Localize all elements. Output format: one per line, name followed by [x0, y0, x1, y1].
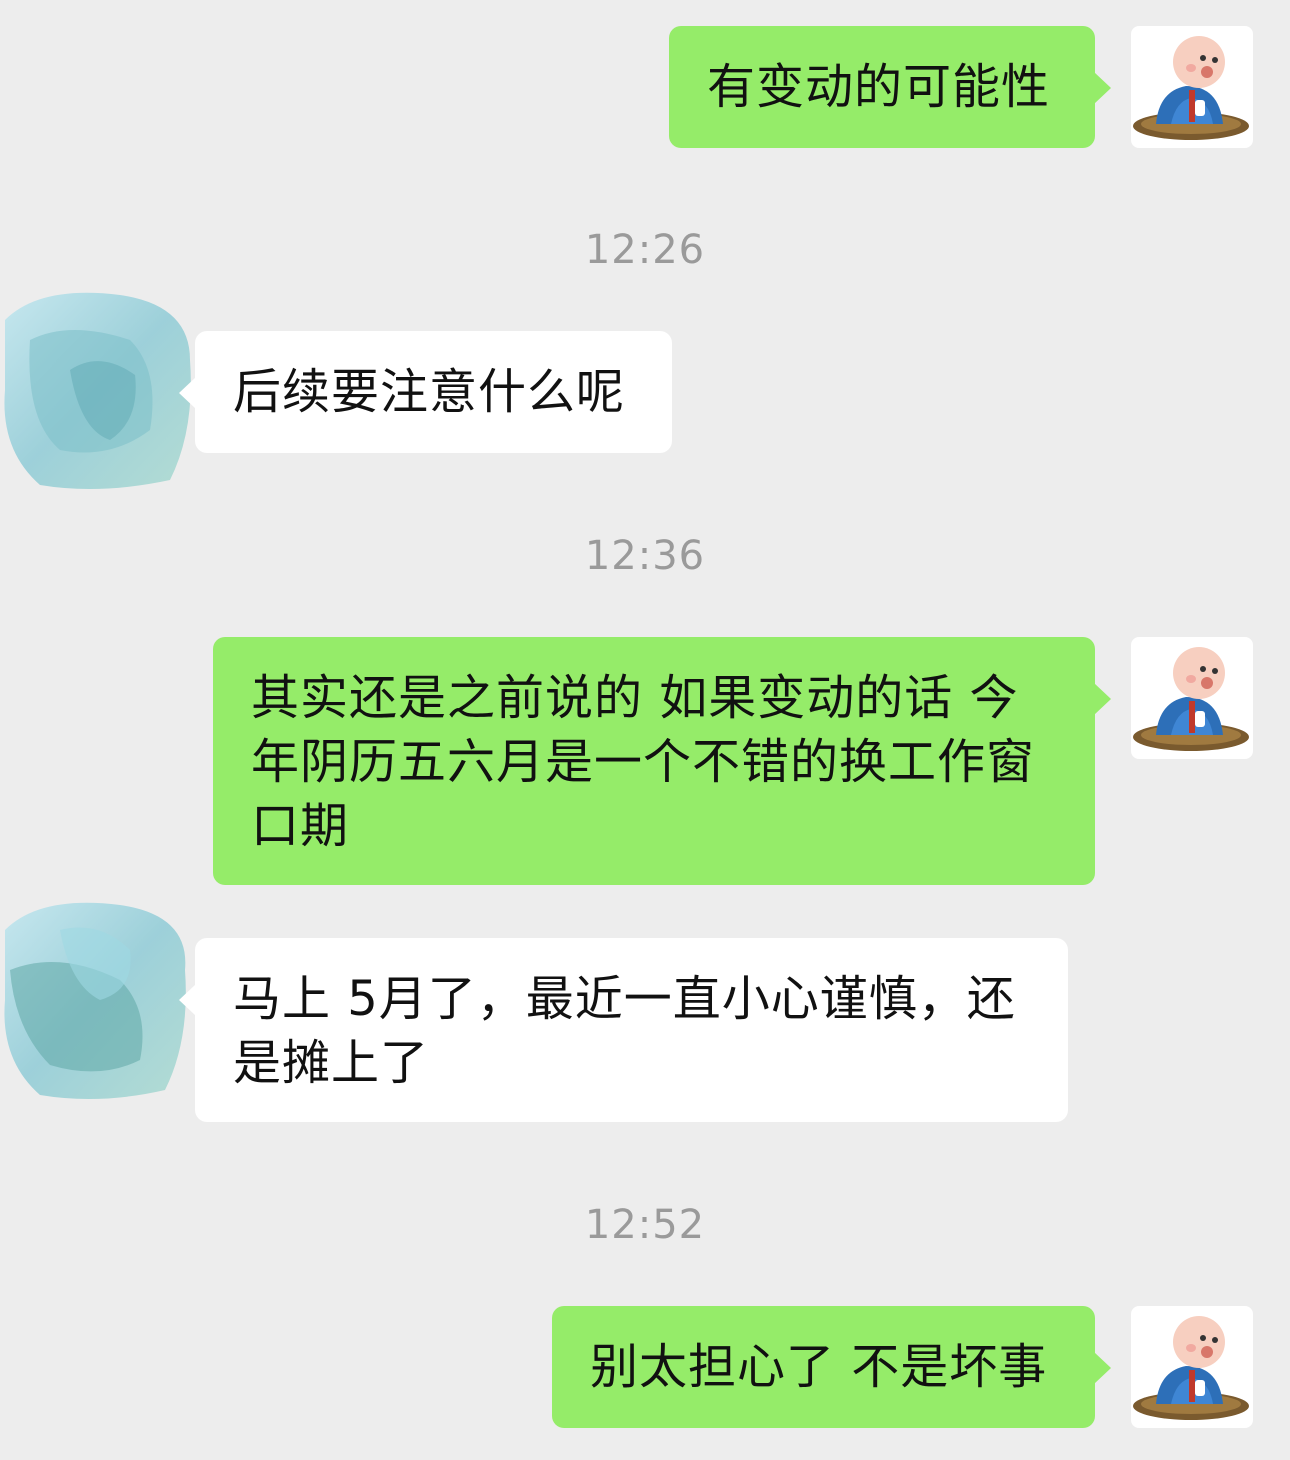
- baby-monk-avatar-icon: [1133, 647, 1249, 751]
- message-text: 后续要注意什么呢: [233, 364, 626, 420]
- timestamp: 12:36: [584, 533, 706, 579]
- timestamp: 12:52: [584, 1202, 706, 1248]
- message-bubble-received[interactable]: 马上 5月了，最近一直小心谨慎，还是摊上了: [179, 938, 1068, 1122]
- message-bubble-sent[interactable]: 其实还是之前说的 如果变动的话 今年阴历五六月是一个不错的换工作窗口期: [213, 637, 1111, 885]
- chat-area[interactable]: 有变动的可能性 12:26 后续要注意什么呢 12:36 其实还是之前说的 如果…: [0, 0, 1290, 1460]
- watercolor-avatar-icon: [4, 902, 186, 1099]
- contact-avatar[interactable]: [0, 890, 195, 1105]
- message-text: 其实还是之前说的 如果变动的话 今年阴历五六月是一个不错的换工作窗口期: [251, 670, 1036, 854]
- timestamp: 12:26: [584, 227, 706, 273]
- my-avatar[interactable]: [1131, 26, 1253, 148]
- message-text: 马上 5月了，最近一直小心谨慎，还是摊上了: [233, 971, 1016, 1091]
- message-text: 有变动的可能性: [707, 59, 1051, 115]
- my-avatar[interactable]: [1131, 637, 1253, 759]
- baby-monk-avatar-icon: [1133, 1316, 1249, 1420]
- baby-monk-avatar-icon: [1133, 36, 1249, 140]
- message-bubble-received[interactable]: 后续要注意什么呢: [179, 331, 672, 453]
- my-avatar[interactable]: [1131, 1306, 1253, 1428]
- message-bubble-sent[interactable]: 别太担心了 不是坏事: [552, 1306, 1111, 1428]
- watercolor-avatar-icon: [4, 292, 191, 489]
- contact-avatar[interactable]: [0, 280, 195, 495]
- message-bubble-sent[interactable]: 有变动的可能性: [669, 26, 1111, 148]
- message-text: 别太担心了 不是坏事: [590, 1339, 1048, 1395]
